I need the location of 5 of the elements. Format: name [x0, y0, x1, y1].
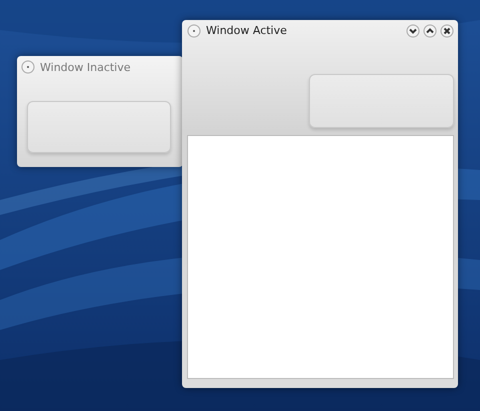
window-title: Window Inactive [40, 60, 132, 74]
maximize-icon[interactable] [423, 24, 437, 38]
minimize-icon[interactable] [406, 24, 420, 38]
window-title: Window Active [206, 24, 288, 37]
close-icon[interactable] [440, 24, 454, 38]
